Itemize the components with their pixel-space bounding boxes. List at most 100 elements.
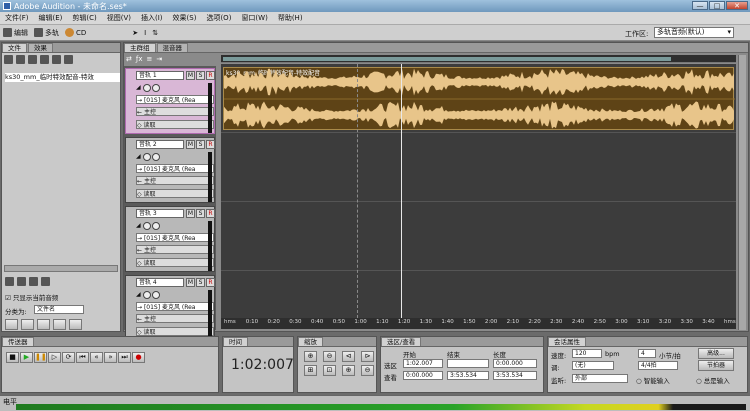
record-arm-button[interactable]: R — [206, 278, 215, 287]
zoom-selection-icon[interactable]: ⊡ — [323, 365, 336, 376]
menu-file[interactable]: 文件(F) — [0, 13, 34, 23]
volume-icon[interactable] — [41, 277, 50, 286]
mute-button[interactable]: M — [186, 209, 195, 218]
play-icon[interactable] — [29, 277, 38, 286]
minimize-button[interactable]: — — [692, 1, 708, 10]
input-select[interactable]: → [01S] 麦克风 (Rea — [136, 95, 214, 104]
cd-view-button[interactable]: CD — [62, 28, 89, 37]
automation-select[interactable]: ◇ 读取 — [136, 327, 214, 336]
skip-back-button[interactable]: ⏮ — [76, 352, 89, 363]
solo-button[interactable]: S — [196, 71, 205, 80]
pan-knob[interactable] — [152, 221, 161, 230]
autoplay-icon[interactable] — [17, 277, 26, 286]
filter-loop-button[interactable] — [37, 319, 50, 330]
solo-button[interactable]: S — [196, 140, 205, 149]
pan-knob[interactable] — [152, 152, 161, 161]
volume-knob[interactable] — [142, 290, 151, 299]
filter-audio-button[interactable] — [5, 319, 18, 330]
tab-files[interactable]: 文件 — [2, 43, 27, 52]
time-signature-select[interactable]: 4/4拍 — [638, 361, 678, 370]
mute-button[interactable]: M — [186, 140, 195, 149]
timeline-vscroll[interactable] — [738, 55, 746, 330]
time-ruler[interactable]: hms 0:10 0:20 0:30 0:40 0:50 1:00 1:10 1:20 1:30 1… — [221, 318, 736, 329]
insert-icon[interactable] — [28, 55, 37, 64]
time-select-tool-button[interactable]: I — [141, 29, 149, 37]
zoom-out-v-icon[interactable]: ⊖ — [361, 365, 374, 376]
track-header[interactable]: 音轨 2 M S R ◢ → [01S] 麦克风 (Rea ← 主控 ◇ 读取 — [125, 137, 215, 203]
overview-bar[interactable] — [221, 55, 736, 63]
key-select[interactable]: (无) — [572, 361, 614, 370]
input-select[interactable]: → [01S] 麦克风 (Rea — [136, 233, 214, 242]
multitrack-view-button[interactable]: 多轨 — [31, 28, 62, 38]
track-lane[interactable] — [221, 271, 736, 318]
tab-effects[interactable]: 效果 — [28, 43, 53, 52]
automation-select[interactable]: ◇ 读取 — [136, 120, 214, 129]
zoom-in-right-icon[interactable]: ⊳ — [361, 351, 374, 362]
record-arm-button[interactable]: R — [206, 71, 215, 80]
output-select[interactable]: ← 主控 — [136, 314, 214, 323]
track-name[interactable]: 音轨 2 — [136, 140, 184, 149]
input-select[interactable]: → [01S] 麦克风 (Rea — [136, 302, 214, 311]
input-select[interactable]: → [01S] 麦克风 (Rea — [136, 164, 214, 173]
zoom-in-v-icon[interactable]: ⊕ — [342, 365, 355, 376]
import-icon[interactable] — [4, 55, 13, 64]
file-list-item[interactable]: ks30_mm_临时特效配音-特效 — [5, 73, 120, 82]
record-button[interactable]: ● — [132, 352, 145, 363]
menu-edit[interactable]: 编辑(E) — [34, 13, 68, 23]
track-header[interactable]: 音轨 3 M S R ◢ → [01S] 麦克风 (Rea ← 主控 ◇ 读取 — [125, 206, 215, 272]
automation-select[interactable]: ◇ 读取 — [136, 258, 214, 267]
menu-clip[interactable]: 剪辑(C) — [67, 13, 101, 23]
pause-button[interactable]: ❚❚ — [34, 352, 47, 363]
track-name[interactable]: 音轨 4 — [136, 278, 184, 287]
track-name[interactable]: 音轨 1 — [136, 71, 184, 80]
beats-field[interactable]: 4 — [638, 349, 656, 358]
record-arm-button[interactable]: R — [206, 209, 215, 218]
mute-button[interactable]: M — [186, 71, 195, 80]
track-lane[interactable] — [221, 133, 736, 202]
view-length-field[interactable]: 3:53.534 — [493, 371, 537, 380]
menu-window[interactable]: 窗口(W) — [236, 13, 272, 23]
workspace-select[interactable]: 多轨音频(默认) — [654, 27, 734, 38]
filter-session-button[interactable] — [69, 319, 82, 330]
menu-effects[interactable]: 效果(S) — [168, 13, 202, 23]
smart-input-radio[interactable]: ○ 智能输入 — [636, 375, 670, 385]
always-input-radio[interactable]: ○ 总是输入 — [696, 375, 730, 385]
zoom-out-h-icon[interactable]: ⊖ — [323, 351, 336, 362]
play-from-cursor-button[interactable]: ▷ — [48, 352, 61, 363]
view-start-field[interactable]: 0:00.000 — [403, 371, 443, 380]
menu-view[interactable]: 视图(V) — [102, 13, 136, 23]
rewind-button[interactable]: « — [90, 352, 103, 363]
sel-length-field[interactable]: 0:00.000 — [493, 359, 537, 368]
menu-insert[interactable]: 插入(I) — [136, 13, 168, 23]
zoom-full-icon[interactable]: ⊞ — [304, 365, 317, 376]
files-hscroll[interactable] — [4, 265, 118, 272]
move-tool-button[interactable]: ➤ — [129, 29, 141, 37]
stop-button[interactable]: ■ — [6, 352, 19, 363]
edit-file-icon[interactable] — [40, 55, 49, 64]
volume-knob[interactable] — [142, 83, 151, 92]
tab-mixer[interactable]: 混音器 — [156, 43, 188, 52]
tempo-field[interactable]: 120 — [572, 349, 602, 358]
volume-knob[interactable] — [142, 152, 151, 161]
output-select[interactable]: ← 主控 — [136, 245, 214, 254]
play-button[interactable]: ▶ — [20, 352, 33, 363]
edit-view-button[interactable]: 编辑 — [0, 28, 31, 38]
playhead[interactable] — [401, 64, 402, 318]
zoom-in-h-icon[interactable]: ⊕ — [304, 351, 317, 362]
loop-button[interactable]: ⟳ — [62, 352, 75, 363]
close-file-icon[interactable] — [16, 55, 25, 64]
loop-icon[interactable] — [64, 55, 73, 64]
track-lane[interactable]: ks30_mm_临时特效配音-特效配音 — [221, 64, 736, 133]
zoom-in-left-icon[interactable]: ⊲ — [342, 351, 355, 362]
menu-help[interactable]: 帮助(H) — [273, 13, 308, 23]
close-button[interactable]: ✕ — [726, 1, 748, 10]
maximize-button[interactable]: □ — [709, 1, 725, 10]
forward-button[interactable]: » — [104, 352, 117, 363]
mute-button[interactable]: M — [186, 278, 195, 287]
volume-knob[interactable] — [142, 221, 151, 230]
timeline-area[interactable]: ks30_mm_临时特效配音-特效配音 — [221, 64, 736, 318]
filter-video-button[interactable] — [53, 319, 66, 330]
advanced-button[interactable]: 高级... — [698, 348, 734, 359]
fx-icon[interactable]: ƒx — [136, 55, 143, 63]
solo-button[interactable]: S — [196, 209, 205, 218]
